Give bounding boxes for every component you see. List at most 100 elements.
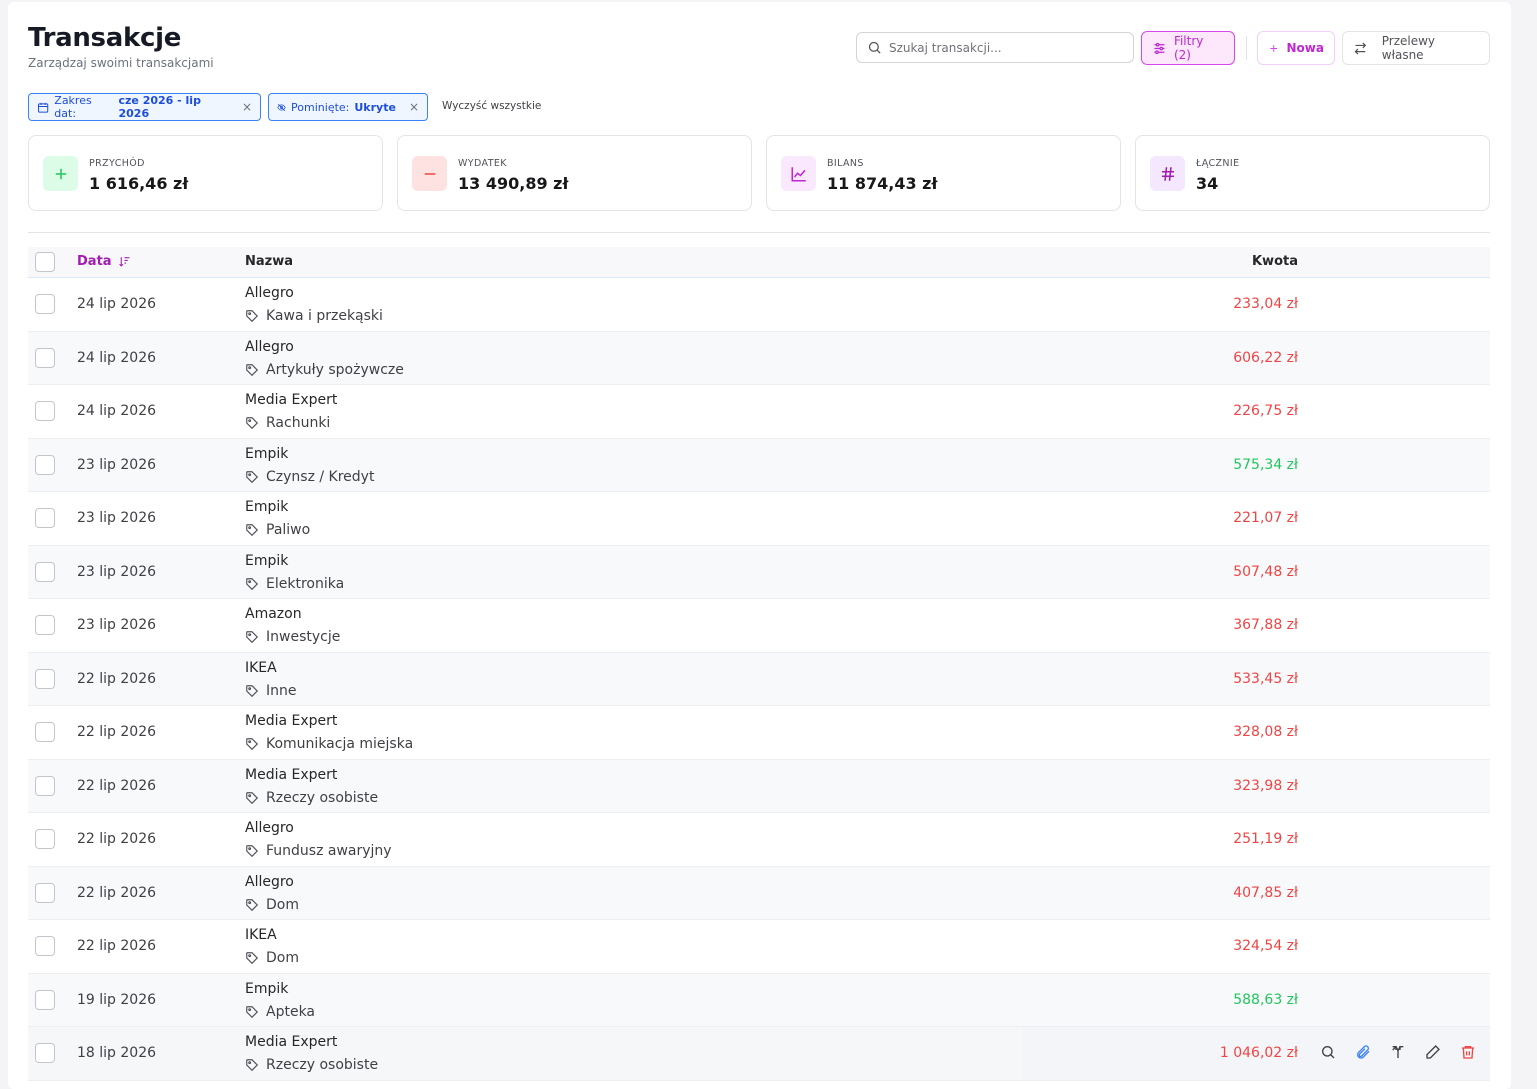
table-row[interactable]: 18 lip 2026 Media Expert Rzeczy osobiste 1 … xyxy=(28,1027,1490,1081)
row-date: 24 lip 2026 xyxy=(77,349,157,366)
table-row[interactable]: 23 lip 2026 Empik Czynsz / Kredyt 575,34 zł xyxy=(28,438,1490,492)
calendar-icon xyxy=(38,102,49,113)
own-transfers-button[interactable]: Przelewy własne xyxy=(1342,31,1490,65)
divider xyxy=(28,232,1490,233)
row-category-label: Czynsz / Kredyt xyxy=(266,468,375,485)
date-column-header[interactable]: Data xyxy=(77,254,131,269)
table-row[interactable]: 24 lip 2026 Media Expert Rachunki 226,75 zł xyxy=(28,385,1490,439)
filters-label: Filtry (2) xyxy=(1173,34,1204,62)
row-category-label: Rachunki xyxy=(266,415,331,431)
tag-icon xyxy=(246,417,259,430)
row-checkbox[interactable] xyxy=(35,508,55,528)
row-merchant: Media Expert xyxy=(245,766,338,783)
row-merchant: Allegro xyxy=(245,820,294,836)
row-amount: 328,08 zł xyxy=(1233,724,1298,740)
row-checkbox[interactable] xyxy=(35,936,55,956)
row-checkbox[interactable] xyxy=(35,668,55,689)
omitted-chip[interactable]: Pominięte: Ukryte × xyxy=(268,93,428,121)
table-row[interactable]: 23 lip 2026 Empik Elektronika 507,48 zł xyxy=(28,545,1490,599)
close-icon[interactable]: × xyxy=(242,100,252,114)
table-row[interactable]: 19 lip 2026 Empik Apteka 588,63 zł xyxy=(28,973,1490,1027)
row-date: 23 lip 2026 xyxy=(77,617,157,633)
row-amount: 251,19 zł xyxy=(1233,831,1298,847)
income-card: PRZYCHÓD 1 616,46 zł xyxy=(28,135,383,211)
row-amount: 575,34 zł xyxy=(1233,456,1298,473)
row-merchant: Empik xyxy=(245,980,289,997)
row-amount: 233,04 zł xyxy=(1233,296,1298,312)
income-value: 1 616,46 zł xyxy=(89,174,189,193)
total-card: ŁĄCZNIE 34 xyxy=(1135,135,1490,211)
tag-icon xyxy=(246,952,259,965)
table-row[interactable]: 22 lip 2026 Allegro Fundusz awaryjny 251,19… xyxy=(28,813,1490,867)
row-category: Artykuły spożywcze xyxy=(245,362,404,378)
sliders-icon xyxy=(1154,42,1165,54)
arrows-exchange-icon xyxy=(1354,42,1367,54)
tag-icon xyxy=(246,363,259,376)
row-category-label: Inne xyxy=(266,682,297,699)
row-amount: 221,07 zł xyxy=(1233,510,1298,526)
filters-button[interactable]: Filtry (2) xyxy=(1141,31,1235,65)
row-checkbox[interactable] xyxy=(35,454,55,475)
tag-icon xyxy=(246,310,259,323)
row-checkbox[interactable] xyxy=(35,989,55,1010)
table-row[interactable]: 24 lip 2026 Allegro Artykuły spożywcze 606,… xyxy=(28,331,1490,385)
row-category-label: Inwestycje xyxy=(266,629,341,645)
search-icon[interactable] xyxy=(1320,1044,1336,1064)
search-input[interactable] xyxy=(889,40,1119,55)
table-row[interactable]: 22 lip 2026 IKEA Dom 324,54 zł xyxy=(28,920,1490,974)
row-date: 24 lip 2026 xyxy=(77,403,157,419)
date-range-chip[interactable]: Zakres dat: cze 2026 - lip 2026 × xyxy=(28,93,261,121)
tag-icon xyxy=(246,631,259,644)
pencil-icon[interactable] xyxy=(1425,1044,1441,1064)
page-subtitle: Zarządzaj swoimi transakcjami xyxy=(28,56,214,70)
total-value: 34 xyxy=(1196,174,1219,193)
tag-icon xyxy=(246,577,259,590)
plus-icon xyxy=(43,156,78,191)
search-box[interactable] xyxy=(856,32,1134,63)
trash-icon[interactable] xyxy=(1460,1044,1476,1064)
row-checkbox[interactable] xyxy=(35,882,55,903)
row-category: Elektronika xyxy=(245,576,344,592)
row-category: Inwestycje xyxy=(245,629,340,645)
row-checkbox[interactable] xyxy=(35,615,55,635)
split-icon[interactable] xyxy=(1390,1044,1406,1064)
row-checkbox[interactable] xyxy=(35,1043,55,1063)
tag-icon xyxy=(246,738,259,751)
row-category-label: Elektronika xyxy=(266,575,345,592)
row-category: Czynsz / Kredyt xyxy=(245,469,374,485)
name-column-header[interactable]: Nazwa xyxy=(245,254,293,269)
row-category: Apteka xyxy=(245,1004,315,1020)
table-row[interactable]: 22 lip 2026 IKEA Inne 533,45 zł xyxy=(28,652,1490,706)
row-checkbox[interactable] xyxy=(35,775,55,796)
select-all-checkbox[interactable] xyxy=(35,252,55,272)
row-checkbox[interactable] xyxy=(35,347,55,368)
row-amount: 226,75 zł xyxy=(1233,403,1298,419)
table-row[interactable]: 23 lip 2026 Amazon Inwestycje 367,88 zł xyxy=(28,599,1490,653)
clear-all-link[interactable]: Wyczyść wszystkie xyxy=(442,100,541,112)
row-date: 22 lip 2026 xyxy=(77,831,157,847)
expense-value: 13 490,89 zł xyxy=(458,174,569,193)
table-row[interactable]: 23 lip 2026 Empik Paliwo 221,07 zł xyxy=(28,492,1490,546)
tag-icon xyxy=(246,524,259,537)
amount-column-header[interactable]: Kwota xyxy=(1252,254,1298,269)
row-checkbox[interactable] xyxy=(35,294,55,314)
row-category-label: Kawa i przekąski xyxy=(266,308,383,324)
table-row[interactable]: 24 lip 2026 Allegro Kawa i przekąski 233,04… xyxy=(28,278,1490,332)
row-date: 18 lip 2026 xyxy=(77,1045,157,1061)
row-amount: 324,54 zł xyxy=(1233,938,1298,954)
row-checkbox[interactable] xyxy=(35,401,55,421)
row-checkbox[interactable] xyxy=(35,829,55,849)
table-row[interactable]: 22 lip 2026 Media Expert Rzeczy osobiste 32… xyxy=(28,759,1490,813)
omit-chip-value: Ukryte xyxy=(354,100,396,114)
row-category: Dom xyxy=(245,897,299,913)
row-merchant: IKEA xyxy=(245,659,277,676)
table-row[interactable]: 22 lip 2026 Allegro Dom 407,85 zł xyxy=(28,866,1490,920)
new-transaction-button[interactable]: Nowa xyxy=(1257,31,1335,65)
table-row[interactable]: 22 lip 2026 Media Expert Komunikacja miejs… xyxy=(28,706,1490,760)
row-checkbox[interactable] xyxy=(35,561,55,582)
row-merchant: Media Expert xyxy=(245,1034,338,1050)
row-checkbox[interactable] xyxy=(35,722,55,742)
paperclip-icon[interactable] xyxy=(1355,1044,1371,1064)
close-icon[interactable]: × xyxy=(409,100,419,114)
row-date: 19 lip 2026 xyxy=(77,991,157,1008)
